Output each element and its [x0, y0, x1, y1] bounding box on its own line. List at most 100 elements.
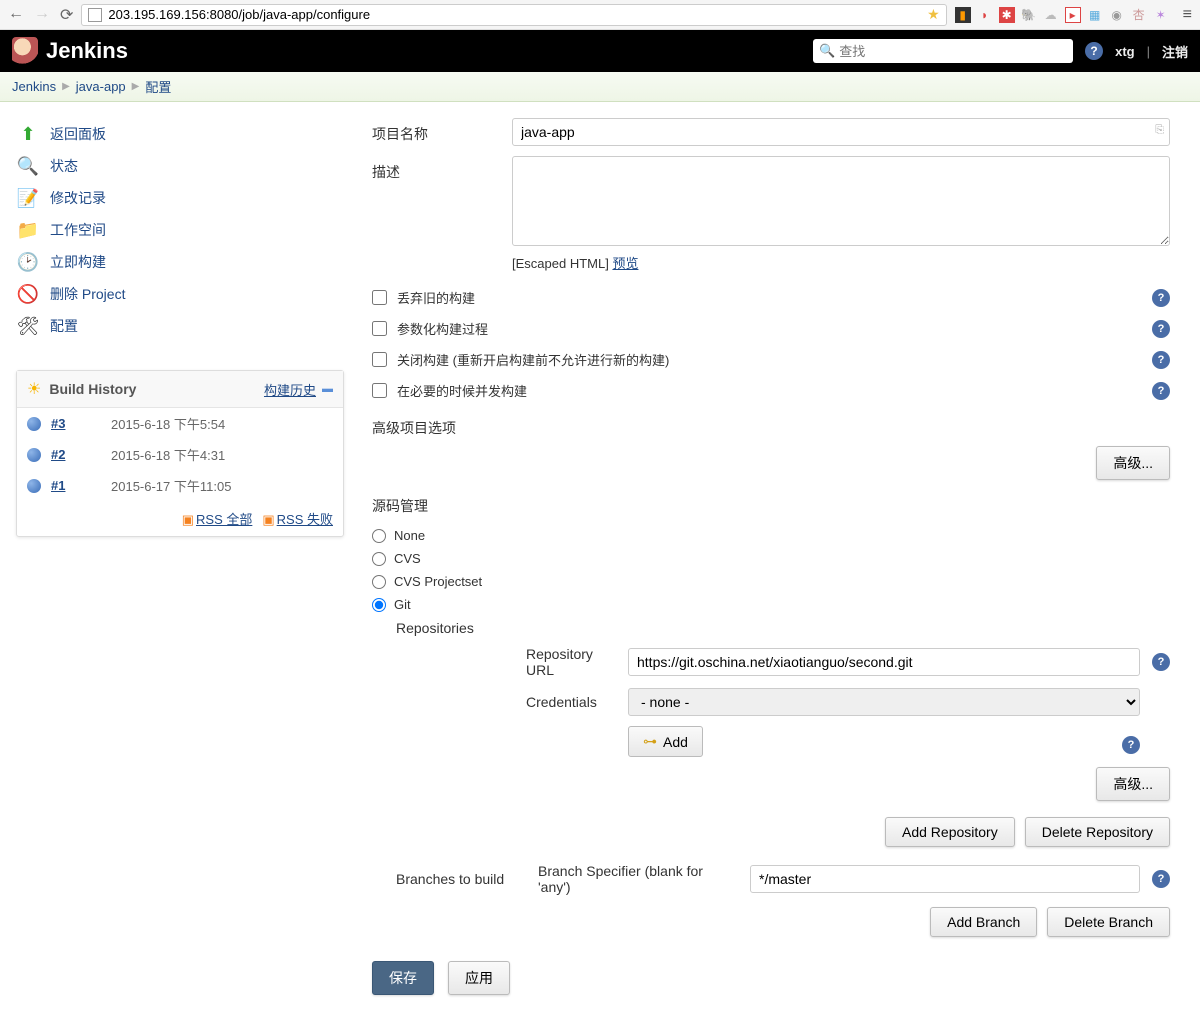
- collapse-icon[interactable]: ▬: [322, 383, 333, 395]
- help-icon[interactable]: ?: [1152, 351, 1170, 369]
- nav-changes[interactable]: 📝修改记录: [16, 182, 344, 214]
- label-description: 描述: [372, 156, 512, 272]
- scm-git-label: Git: [394, 597, 411, 612]
- chk-concurrent-row: 在必要的时候并发构建 ?: [372, 375, 1170, 406]
- description-textarea[interactable]: [512, 156, 1170, 246]
- crumb-job[interactable]: java-app: [76, 79, 126, 94]
- build-row[interactable]: #3 2015-6-18 下午5:54: [17, 408, 343, 439]
- build-history-footer: ▣RSS 全部 ▣RSS 失败: [17, 501, 343, 536]
- ext-icon-9[interactable]: 杏: [1131, 7, 1147, 23]
- ext-icon-4[interactable]: 🐘: [1021, 7, 1037, 23]
- crumb-jenkins[interactable]: Jenkins: [12, 79, 56, 94]
- ext-icon-10[interactable]: ✶: [1153, 7, 1169, 23]
- ext-icon-6[interactable]: ▸: [1065, 7, 1081, 23]
- extension-icons: ▮ ◗ ✱ 🐘 ☁ ▸ ▦ ◉ 杏 ✶: [955, 7, 1169, 23]
- nav-workspace[interactable]: 📁工作空间: [16, 214, 344, 246]
- address-bar[interactable]: ★: [81, 4, 946, 26]
- user-link[interactable]: xtg: [1115, 44, 1135, 59]
- scm-cvs-label: CVS: [394, 551, 421, 566]
- chk-discard-label: 丢弃旧的构建: [397, 288, 475, 307]
- scm-cvsps-radio[interactable]: [372, 575, 386, 589]
- magnifier-icon: 🔍: [16, 154, 40, 178]
- build-row[interactable]: #2 2015-6-18 下午4:31: [17, 439, 343, 470]
- chevron-right-icon: ▶: [132, 81, 140, 92]
- build-trend-link[interactable]: 构建历史: [264, 380, 316, 399]
- scm-git-radio[interactable]: [372, 598, 386, 612]
- repo-url-input[interactable]: [628, 648, 1140, 676]
- ext-icon-3[interactable]: ✱: [999, 7, 1015, 23]
- hamburger-icon[interactable]: ≡: [1183, 6, 1192, 24]
- back-icon[interactable]: ←: [8, 5, 24, 25]
- scm-cvs-radio[interactable]: [372, 552, 386, 566]
- build-number[interactable]: #3: [51, 416, 101, 431]
- search-box[interactable]: 🔍: [813, 39, 1073, 63]
- add-credentials-button[interactable]: ⊶Add: [628, 726, 703, 757]
- rss-fail-link[interactable]: RSS 失败: [277, 512, 333, 527]
- add-repository-button[interactable]: Add Repository: [885, 817, 1015, 847]
- label-project-name: 项目名称: [372, 118, 512, 146]
- nav-config[interactable]: 🛠配置: [16, 310, 344, 342]
- apply-button[interactable]: 应用: [448, 961, 510, 995]
- credentials-select[interactable]: - none -: [628, 688, 1140, 716]
- nav-status[interactable]: 🔍状态: [16, 150, 344, 182]
- help-icon[interactable]: ?: [1122, 736, 1140, 754]
- advanced-button-git[interactable]: 高级...: [1096, 767, 1170, 801]
- bookmark-star-icon[interactable]: ★: [927, 6, 940, 23]
- chk-param-label: 参数化构建过程: [397, 319, 488, 338]
- build-number[interactable]: #2: [51, 447, 101, 462]
- reload-icon[interactable]: ⟳: [60, 5, 73, 25]
- branches-label: Branches to build: [396, 871, 526, 887]
- help-icon[interactable]: ?: [1152, 870, 1170, 888]
- help-icon[interactable]: ?: [1152, 320, 1170, 338]
- chk-discard[interactable]: [372, 290, 387, 305]
- delete-repository-button[interactable]: Delete Repository: [1025, 817, 1170, 847]
- build-date: 2015-6-18 下午4:31: [111, 445, 225, 464]
- nav-back[interactable]: ⬆返回面板: [16, 118, 344, 150]
- credentials-label: Credentials: [396, 694, 616, 710]
- branch-specifier-input[interactable]: [750, 865, 1140, 893]
- key-icon: ⊶: [643, 733, 657, 750]
- delete-branch-button[interactable]: Delete Branch: [1047, 907, 1170, 937]
- ext-icon-8[interactable]: ◉: [1109, 7, 1125, 23]
- ext-icon-5[interactable]: ☁: [1043, 7, 1059, 23]
- folder-icon: 📁: [16, 218, 40, 242]
- rss-all-link[interactable]: RSS 全部: [196, 512, 252, 527]
- build-status-ball-icon: [27, 479, 41, 493]
- nav-delete[interactable]: 🚫删除 Project: [16, 278, 344, 310]
- drag-handle-icon: ⎘: [1155, 124, 1164, 137]
- project-name-input[interactable]: [512, 118, 1170, 146]
- breadcrumb: Jenkins ▶ java-app ▶ 配置: [0, 72, 1200, 102]
- scm-none-radio[interactable]: [372, 529, 386, 543]
- help-icon[interactable]: ?: [1152, 382, 1170, 400]
- rss-icon: ▣: [182, 512, 194, 527]
- build-row[interactable]: #1 2015-6-17 下午11:05: [17, 470, 343, 501]
- crumb-configure: 配置: [145, 77, 171, 96]
- help-icon[interactable]: ?: [1152, 289, 1170, 307]
- nav-build[interactable]: 🕑立即构建: [16, 246, 344, 278]
- ext-icon-2[interactable]: ◗: [977, 7, 993, 23]
- ext-icon-1[interactable]: ▮: [955, 7, 971, 23]
- jenkins-logo[interactable]: Jenkins: [12, 37, 128, 65]
- advanced-button-1[interactable]: 高级...: [1096, 446, 1170, 480]
- build-status-ball-icon: [27, 417, 41, 431]
- forward-icon[interactable]: →: [34, 5, 50, 25]
- search-input[interactable]: [839, 44, 1067, 59]
- url-input[interactable]: [108, 7, 927, 22]
- side-nav: ⬆返回面板 🔍状态 📝修改记录 📁工作空间 🕑立即构建 🚫删除 Project …: [16, 118, 344, 342]
- logout-link[interactable]: 注销: [1162, 42, 1188, 61]
- add-branch-button[interactable]: Add Branch: [930, 907, 1037, 937]
- ext-icon-7[interactable]: ▦: [1087, 7, 1103, 23]
- help-icon[interactable]: ?: [1152, 653, 1170, 671]
- chk-concurrent[interactable]: [372, 383, 387, 398]
- save-button[interactable]: 保存: [372, 961, 434, 995]
- jenkins-logo-icon: [12, 37, 38, 65]
- preview-link[interactable]: 预览: [612, 256, 638, 271]
- chk-close[interactable]: [372, 352, 387, 367]
- section-advanced-options: 高级项目选项: [372, 418, 1170, 438]
- browser-chrome: ← → ⟳ ★ ▮ ◗ ✱ 🐘 ☁ ▸ ▦ ◉ 杏 ✶ ≡: [0, 0, 1200, 30]
- build-number[interactable]: #1: [51, 478, 101, 493]
- chk-param[interactable]: [372, 321, 387, 336]
- jenkins-brand: Jenkins: [46, 38, 128, 64]
- help-icon[interactable]: ?: [1085, 42, 1103, 60]
- branch-specifier-label: Branch Specifier (blank for 'any'): [538, 863, 738, 895]
